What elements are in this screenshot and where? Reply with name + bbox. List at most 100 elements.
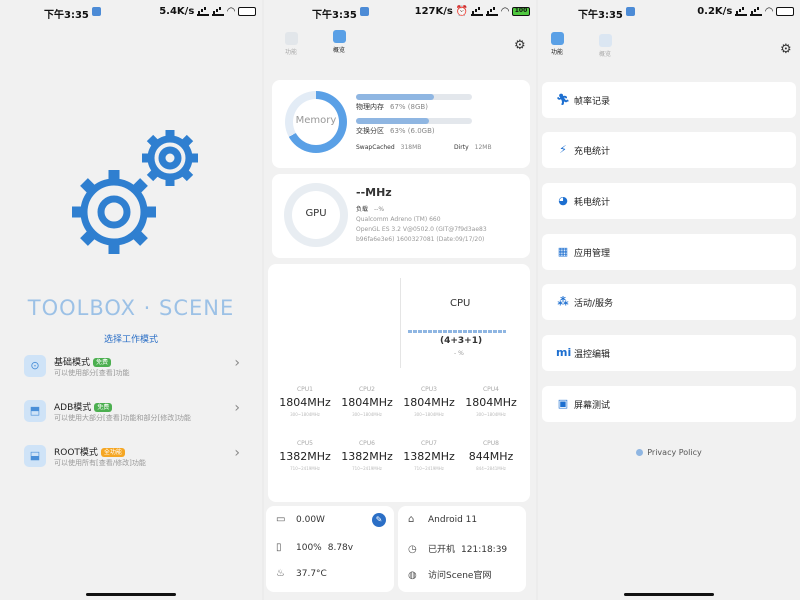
menu-activity-service[interactable]: ⁂ 活动/服务 — [542, 284, 796, 320]
core-range: 300~1804MHz — [476, 412, 506, 417]
core-name: CPU5 — [296, 440, 314, 447]
swapcached-value: 318MB — [400, 144, 422, 151]
cpu-card[interactable]: CPU (4+3+1) - % CPU1 1804MHz 300~1804MHz C… — [268, 264, 530, 502]
cpu-load: - % — [454, 350, 464, 357]
power-value: 0.00W — [296, 515, 325, 525]
gpu-gl-build: b96fa6e3e6) 1600327081 (Date:09/17/20) — [356, 236, 485, 243]
swap-row: 交换分区 63% (6.0GB) — [356, 126, 435, 136]
battery-info-card[interactable]: ▭ 0.00W ✎ ▯ 100% 8.78v ♨ 37.7°C — [266, 506, 394, 592]
root-mode-icon: ⬓ — [24, 445, 46, 467]
signal-icon — [750, 8, 763, 16]
overview-screen: 下午3:35 127K/s ⏰ ◠ 100 功能 概览 ⚙ Memory 物理内… — [264, 0, 536, 600]
chevron-right-icon: › — [234, 355, 240, 371]
privacy-label[interactable]: Privacy Policy — [647, 448, 702, 457]
privacy-icon — [636, 449, 644, 456]
top-nav: 功能 概览 — [538, 30, 800, 60]
tab-overview[interactable]: 概览 — [590, 34, 620, 58]
status-time: 下午3:35 — [312, 10, 357, 21]
gpu-load-label: 负载 — [356, 206, 369, 213]
mode-title-wrap: ADB模式 免费 — [54, 400, 113, 413]
dirty-value: 12MB — [474, 144, 492, 151]
mode-title: ROOT模式 — [54, 448, 98, 458]
tab-functions[interactable]: 功能 — [276, 32, 306, 56]
menu-frame-record[interactable]: 🏃︎ 帧率记录 — [542, 82, 796, 118]
core-range: 710~2419MHz — [414, 466, 444, 471]
battery-level-row: ▯ 100% 8.78v — [276, 542, 353, 553]
app-notification-icon — [626, 7, 635, 16]
menu-power-stats[interactable]: ◕ 耗电统计 — [542, 183, 796, 219]
gesture-bar[interactable] — [86, 593, 176, 596]
system-info-card[interactable]: ⌂ Android 11 ◷ 已开机 121:18:39 ◍ 访问Scene官网 — [398, 506, 526, 592]
memory-card[interactable]: Memory 物理内存 67% (8GB) 交换分区 63% (6.0GB) Swa… — [272, 80, 530, 168]
app-notification-icon — [360, 7, 369, 16]
core-name: CPU4 — [482, 386, 500, 393]
functions-icon — [550, 32, 564, 45]
signal-icon — [212, 8, 225, 16]
menu-thermal-edit[interactable]: mi 温控编辑 — [542, 335, 796, 371]
swap-label: 交换分区 — [356, 127, 384, 135]
memory-ring-label: Memory — [295, 115, 337, 126]
choose-mode-label: 选择工作模式 — [103, 335, 158, 345]
website-row[interactable]: ◍ 访问Scene官网 — [408, 568, 491, 581]
divider — [400, 278, 401, 368]
gesture-bar[interactable] — [624, 593, 714, 596]
core-freq: 844MHz — [468, 450, 514, 463]
globe-icon: ◍ — [408, 570, 417, 581]
cpu-core: CPU8 844MHz 844~2841MHz — [460, 440, 522, 471]
temperature-icon: ♨ — [276, 568, 285, 579]
screen-icon: ▣ — [557, 397, 569, 410]
power-icon: ▭ — [276, 514, 286, 525]
core-name: CPU3 — [420, 386, 438, 393]
adb-mode-icon: ⬒ — [24, 400, 46, 422]
status-right: 5.4K/s ◠ — [159, 6, 256, 17]
core-name: CPU6 — [358, 440, 376, 447]
status-time: 下午3:35 — [578, 10, 623, 21]
mode-root[interactable]: ⬓ ROOT模式 全功能 可以使用所有[查看/修改]功能 › — [24, 443, 240, 479]
settings-gear-icon[interactable]: ⚙ — [780, 42, 792, 57]
pie-icon: ◕ — [558, 194, 568, 207]
privacy-policy-link[interactable]: Privacy Policy — [538, 448, 800, 457]
physical-mem-value: 67% (8GB) — [390, 103, 428, 111]
battery-icon — [238, 7, 256, 16]
website-link[interactable]: 访问Scene官网 — [428, 571, 491, 581]
tab-overview[interactable]: 概览 — [324, 30, 354, 54]
edit-pencil-icon[interactable]: ✎ — [372, 513, 386, 527]
menu-label: 帧率记录 — [574, 97, 611, 107]
signal-icon — [735, 8, 748, 16]
activity-icon: ⁂ — [557, 295, 569, 308]
app-notification-icon — [92, 7, 101, 16]
bar-fill — [356, 94, 434, 100]
gpu-renderer: Qualcomm Adreno (TM) 660 — [356, 216, 441, 223]
tab-functions[interactable]: 功能 — [542, 32, 572, 56]
physical-mem-label: 物理内存 — [356, 103, 384, 111]
mode-desc: 可以使用所有[查看/修改]功能 — [54, 459, 146, 467]
charge-icon: ⚡ — [559, 143, 567, 156]
uptime-value: 121:18:39 — [461, 545, 508, 555]
menu-screen-test[interactable]: ▣ 屏幕测试 — [542, 386, 796, 422]
gpu-load-row: 负载 --% — [356, 204, 384, 213]
physical-mem-bar — [356, 94, 472, 100]
chevron-right-icon: › — [234, 445, 240, 461]
signal-icon — [486, 8, 499, 16]
cpu-core: CPU3 1804MHz 300~1804MHz — [398, 386, 460, 417]
net-speed: 0.2K/s — [697, 6, 733, 17]
cpu-core: CPU1 1804MHz 300~1804MHz — [274, 386, 336, 417]
tab-label: 概览 — [598, 51, 611, 58]
alarm-icon: ⏰ — [455, 6, 469, 17]
mode-basic[interactable]: ⊙ 基础模式 免费 可以使用部分[查看]功能 › — [24, 353, 240, 389]
menu-app-manage[interactable]: ▦ 应用管理 — [542, 234, 796, 270]
mode-adb[interactable]: ⬒ ADB模式 免费 可以使用大部分[查看]功能和部分[修改]功能 › — [24, 398, 240, 434]
bar-fill — [356, 118, 430, 124]
tab-label: 功能 — [284, 49, 297, 56]
menu-label: 屏幕测试 — [574, 401, 611, 411]
wifi-icon: ◠ — [501, 6, 509, 17]
cpu-core: CPU6 1382MHz 710~2419MHz — [336, 440, 398, 471]
gpu-card[interactable]: GPU --MHz 负载 --% Qualcomm Adreno (TM) 660… — [272, 174, 530, 258]
settings-gear-icon[interactable]: ⚙ — [514, 38, 526, 53]
status-bar: 下午3:35 5.4K/s ◠ — [0, 6, 262, 22]
menu-charge-stats[interactable]: ⚡ 充电统计 — [542, 132, 796, 168]
tab-label: 概览 — [332, 47, 345, 54]
top-nav: 功能 概览 — [264, 30, 536, 60]
core-freq: 1382MHz — [341, 450, 393, 463]
net-speed: 127K/s — [414, 6, 453, 17]
